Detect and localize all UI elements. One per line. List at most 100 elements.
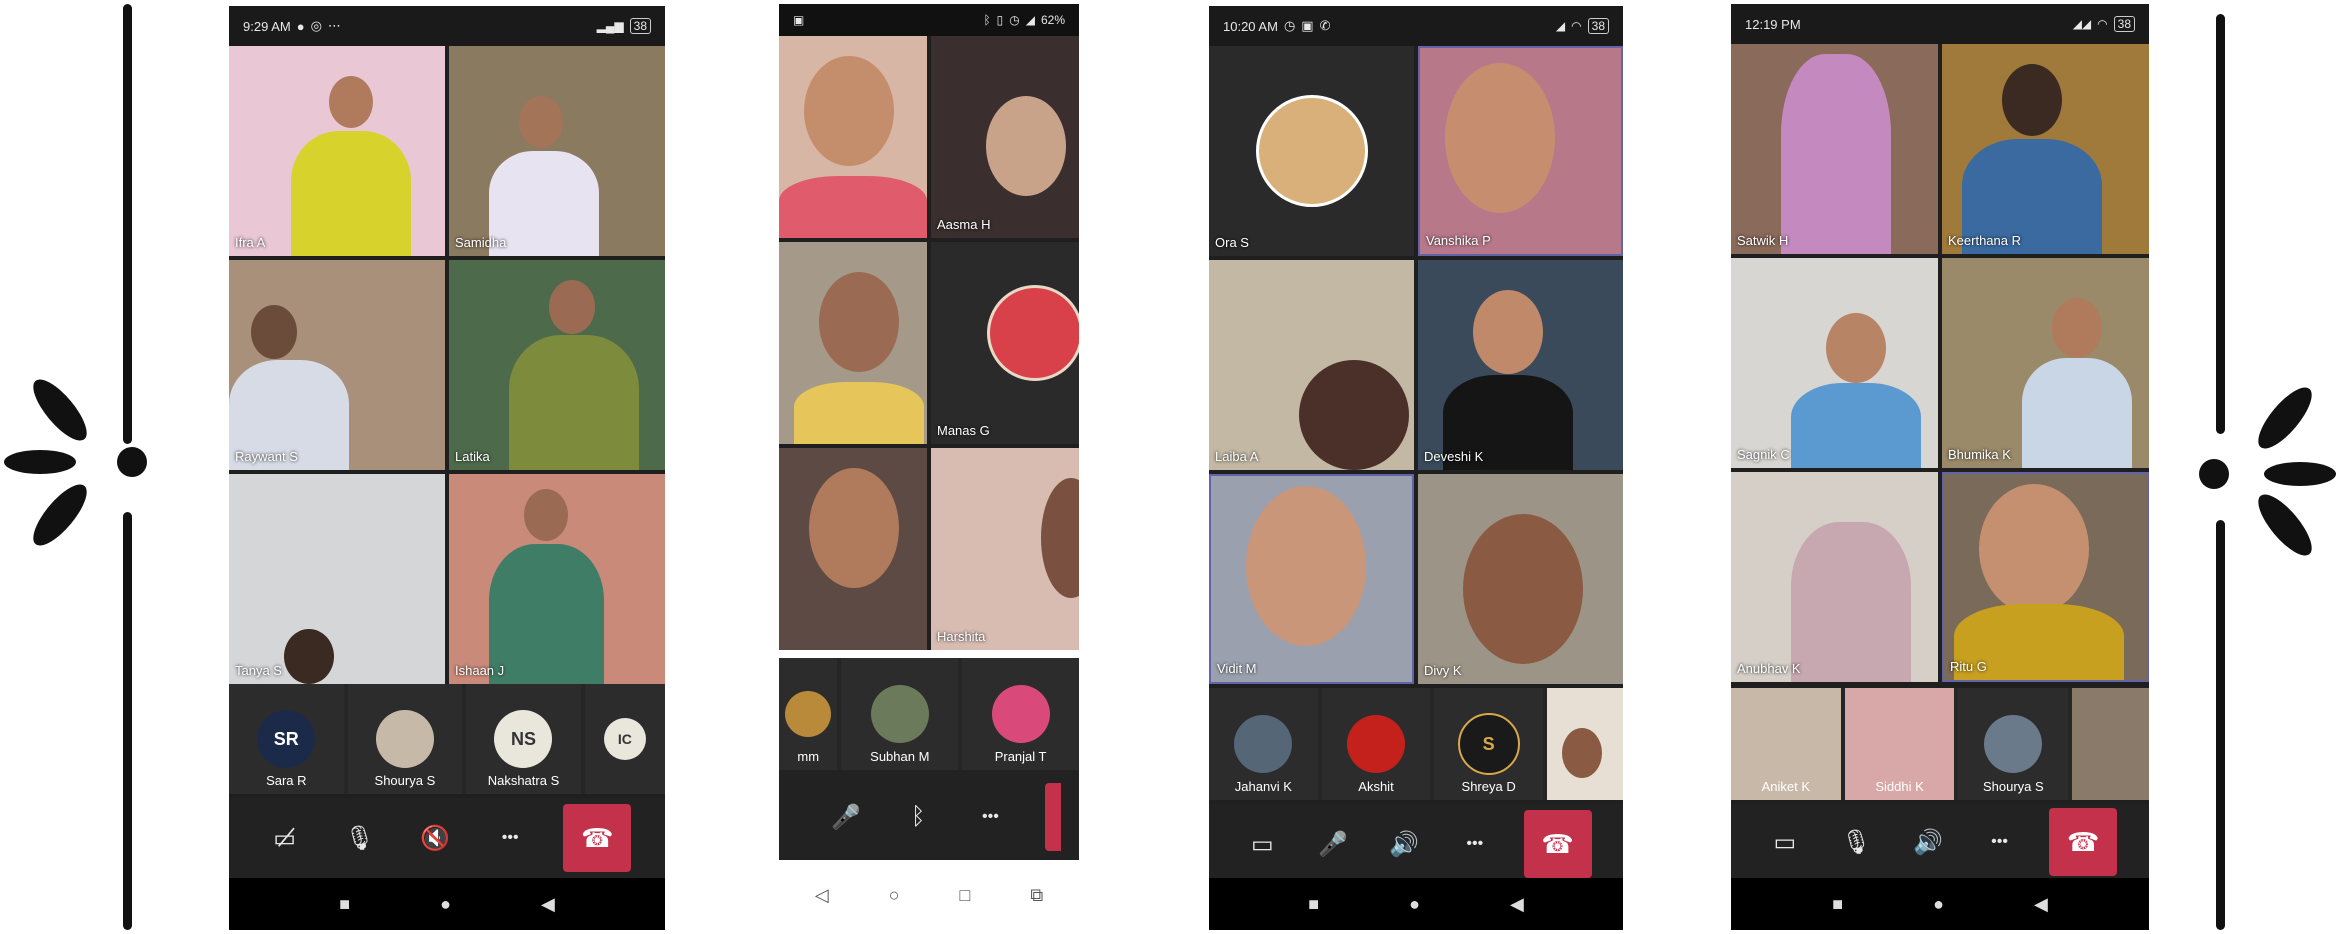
hang-up-button[interactable]: ☎: [1523, 810, 1592, 878]
back-button[interactable]: ◀: [1510, 894, 1524, 915]
video-tile[interactable]: Harshita: [931, 448, 1079, 650]
participant-figure: [1781, 54, 1891, 254]
video-tile[interactable]: Tanya S: [229, 474, 445, 684]
participant-avatar-cell[interactable]: Subhan M: [841, 658, 959, 770]
video-tile[interactable]: Laiba A: [1209, 260, 1414, 470]
participant-avatar-cell[interactable]: mm: [779, 658, 838, 770]
video-tile[interactable]: [779, 36, 927, 238]
avatar: [991, 685, 1050, 743]
status-time: 10:20 AM: [1223, 18, 1278, 34]
home-button[interactable]: ●: [1933, 894, 1944, 915]
participant-avatar-cell[interactable]: Jahanvi K: [1209, 688, 1318, 800]
more-options-icon[interactable]: •••: [973, 795, 1007, 839]
camera-icon[interactable]: ▭: [1763, 820, 1807, 864]
participant-name: Ishaan J: [455, 663, 505, 678]
participant-figure: [1826, 313, 1886, 383]
participant-name: Sagnik C: [1737, 447, 1790, 462]
recents-button[interactable]: ■: [339, 894, 350, 915]
recents-button[interactable]: □: [959, 885, 970, 906]
video-tile[interactable]: Keerthana R: [1942, 44, 2149, 254]
participant-avatar-cell[interactable]: Shourya S: [1958, 688, 2069, 800]
home-button[interactable]: ○: [889, 885, 900, 906]
call-controls: 🎤 ᛒ •••: [779, 770, 1079, 864]
back-button[interactable]: ◀: [541, 894, 555, 915]
video-tile[interactable]: Ritu G: [1942, 472, 2149, 682]
hang-up-button[interactable]: ☎: [2049, 808, 2118, 876]
call-controls: ▭ 🎙 🔊 ••• ☎: [1731, 804, 2149, 880]
video-tile[interactable]: Deveshi K: [1418, 260, 1623, 470]
phone-icon: ✆: [1319, 18, 1331, 33]
video-tile[interactable]: Satwik H: [1731, 44, 1938, 254]
video-tile[interactable]: Ora S: [1209, 46, 1414, 256]
speaker-off-icon[interactable]: 🔇: [413, 816, 457, 860]
video-tile[interactable]: [779, 242, 927, 444]
mic-off-icon[interactable]: 🎙: [338, 816, 382, 860]
participant-name: Keerthana R: [1948, 233, 2021, 248]
participant-name: Deveshi K: [1424, 449, 1484, 464]
assist-button[interactable]: ⧉: [1030, 885, 1043, 906]
participant-name: Shourya S: [1982, 779, 2044, 794]
video-grid: Satwik H Keerthana R Sagnik C Bhumika K …: [1731, 44, 2149, 682]
participant-video-cell[interactable]: Siddhi K: [1844, 688, 1955, 800]
video-tile[interactable]: Sagnik C: [1731, 258, 1938, 468]
speaker-icon[interactable]: 🔊: [1906, 820, 1950, 864]
phone-screenshot-2: ▣ ᛒ ▯ ◷ ◢ 62% Aasma H Manas G Harshita m…: [779, 4, 1079, 930]
camera-off-icon[interactable]: ▭̸: [263, 816, 307, 860]
participant-figure: [1791, 383, 1921, 468]
participant-figure: [549, 280, 595, 334]
mic-off-icon[interactable]: 🎙: [1834, 820, 1878, 864]
participant-avatar-cell[interactable]: Shourya S: [347, 684, 463, 794]
back-button[interactable]: ◀: [2034, 894, 2048, 915]
hang-up-button[interactable]: [1045, 783, 1061, 851]
hang-up-button[interactable]: ☎: [563, 804, 632, 872]
participant-avatar-cell[interactable]: NS Nakshatra S: [466, 684, 581, 794]
speaker-icon[interactable]: 🔊: [1382, 822, 1426, 866]
video-tile[interactable]: Samidha: [449, 46, 665, 256]
video-tile[interactable]: Bhumika K: [1942, 258, 2149, 468]
video-tile[interactable]: Vanshika P: [1418, 46, 1623, 256]
back-button[interactable]: ◁: [815, 885, 829, 906]
participant-figure: [1473, 290, 1543, 374]
video-tile[interactable]: [779, 448, 927, 650]
participant-video-cell[interactable]: [1546, 688, 1623, 800]
video-tile[interactable]: Aasma H: [931, 36, 1079, 238]
participant-figure: [489, 544, 604, 684]
participant-strip: mm Subhan M Pranjal T: [779, 658, 1079, 770]
video-tile[interactable]: Manas G: [931, 242, 1079, 444]
home-button[interactable]: ●: [1409, 894, 1420, 915]
mic-icon[interactable]: 🎤: [829, 795, 863, 839]
participant-avatar-cell[interactable]: Pranjal T: [962, 658, 1079, 770]
participant-video-cell[interactable]: Aniket K: [1731, 688, 1841, 800]
participant-avatar-cell[interactable]: Akshit: [1321, 688, 1431, 800]
video-tile[interactable]: Anubhav K: [1731, 472, 1938, 682]
participant-avatar-cell[interactable]: SR Sara R: [229, 684, 344, 794]
recents-button[interactable]: ■: [1308, 894, 1319, 915]
participant-name: Jahanvi K: [1234, 779, 1292, 794]
avatar: S: [1457, 713, 1520, 775]
video-tile[interactable]: Divy K: [1418, 474, 1623, 684]
wifi-icon: ◠: [2097, 17, 2108, 31]
camera-icon[interactable]: ▭: [1240, 822, 1284, 866]
avatar: SR: [257, 710, 316, 768]
bluetooth-icon[interactable]: ᛒ: [901, 795, 935, 839]
avatar: [870, 685, 929, 743]
more-options-icon[interactable]: •••: [488, 816, 532, 860]
more-options-icon[interactable]: •••: [1453, 822, 1497, 866]
participant-avatar-cell[interactable]: S Shreya D: [1434, 688, 1543, 800]
more-options-icon[interactable]: •••: [1978, 820, 2022, 864]
participant-avatar-cell[interactable]: IC: [584, 684, 665, 794]
android-nav-bar: ■ ● ◀: [229, 878, 665, 930]
video-tile[interactable]: Ifra A: [229, 46, 445, 256]
signal-icon: ◢: [1555, 19, 1566, 33]
recents-button[interactable]: ■: [1832, 894, 1843, 915]
video-tile[interactable]: Latika: [449, 260, 665, 470]
mic-icon[interactable]: 🎤: [1311, 822, 1355, 866]
video-tile[interactable]: Vidit M: [1209, 474, 1414, 684]
video-tile[interactable]: Raywant S: [229, 260, 445, 470]
participant-video-cell[interactable]: [2072, 688, 2149, 800]
participant-name: Samidha: [455, 235, 507, 250]
participant-strip: SR Sara R Shourya S NS Nakshatra S IC: [229, 684, 665, 794]
home-button[interactable]: ●: [440, 894, 451, 915]
battery-icon: 38: [629, 18, 651, 34]
video-tile[interactable]: Ishaan J: [449, 474, 665, 684]
